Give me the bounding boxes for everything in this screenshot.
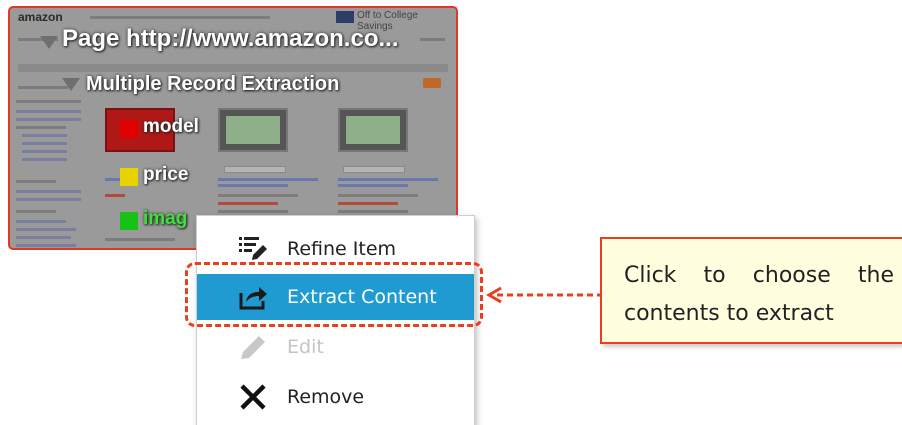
product-title <box>218 178 318 181</box>
sidebar-line <box>16 210 56 213</box>
product-title <box>338 178 438 181</box>
sidebar-line <box>16 118 81 121</box>
sidebar-line <box>16 244 76 247</box>
page-url-title: Page http://www.amazon.co... <box>62 25 399 52</box>
deal-banner-image <box>336 11 354 23</box>
product-title <box>338 184 408 187</box>
search-dropdown <box>18 86 68 89</box>
callout-text-line-1: Click to choose the <box>624 263 894 288</box>
expand-arrow-icon[interactable] <box>62 78 80 91</box>
product-price <box>105 194 125 197</box>
header-links <box>90 16 270 19</box>
field-label-model[interactable]: model <box>143 116 199 138</box>
product-meta <box>105 238 175 241</box>
menu-item-label: Edit <box>287 336 324 358</box>
pointer-arrow <box>486 286 603 304</box>
product-meta <box>218 210 288 213</box>
product-meta <box>338 194 418 197</box>
product-image <box>218 108 288 152</box>
sidebar-line <box>16 110 81 113</box>
product-meta <box>218 194 298 197</box>
menu-item-label: Refine Item <box>287 238 397 260</box>
pencil-icon <box>237 330 269 362</box>
page-thumbnail[interactable]: amazon Off to College Savings Page http:… <box>8 6 458 250</box>
menu-item-label: Remove <box>287 386 365 408</box>
category-nav-bar <box>18 64 448 72</box>
field-label-price[interactable]: price <box>143 164 188 186</box>
field-label-image[interactable]: imag <box>143 208 187 230</box>
site-logo: amazon <box>18 10 63 24</box>
price-color-swatch <box>120 168 138 186</box>
extract-highlight-frame <box>185 262 483 327</box>
sidebar-line <box>22 134 67 137</box>
see-buying-options-button <box>343 166 405 173</box>
image-color-swatch <box>120 212 138 230</box>
x-close-icon <box>237 381 269 413</box>
menu-item-remove[interactable]: Remove <box>197 374 474 420</box>
sidebar-line <box>22 158 67 161</box>
sidebar-line <box>16 100 81 103</box>
sidebar-line <box>16 220 66 223</box>
extraction-title: Multiple Record Extraction <box>86 73 340 95</box>
model-color-swatch <box>120 120 138 138</box>
product-title <box>105 178 120 181</box>
see-buying-options-button <box>224 166 286 173</box>
product-title <box>218 184 288 187</box>
sort-selector <box>423 78 441 88</box>
account-link <box>420 38 445 41</box>
product-price <box>338 202 398 205</box>
sidebar-line <box>16 236 71 239</box>
callout-box: Click to choose the contents to extract <box>600 237 902 344</box>
callout-text-line-2: contents to extract <box>624 301 834 326</box>
product-meta <box>338 210 408 213</box>
sidebar-line <box>16 126 66 129</box>
sidebar-line <box>22 142 67 145</box>
refine-list-pencil-icon <box>237 232 269 264</box>
sidebar-line <box>16 228 76 231</box>
product-price <box>218 202 278 205</box>
sidebar-line <box>16 198 81 201</box>
sidebar-line <box>16 180 56 183</box>
sidebar-line <box>16 190 81 193</box>
sidebar-line <box>22 150 67 153</box>
menu-item-edit[interactable]: Edit <box>197 324 474 370</box>
product-image <box>338 108 408 152</box>
expand-arrow-icon[interactable] <box>40 36 58 49</box>
